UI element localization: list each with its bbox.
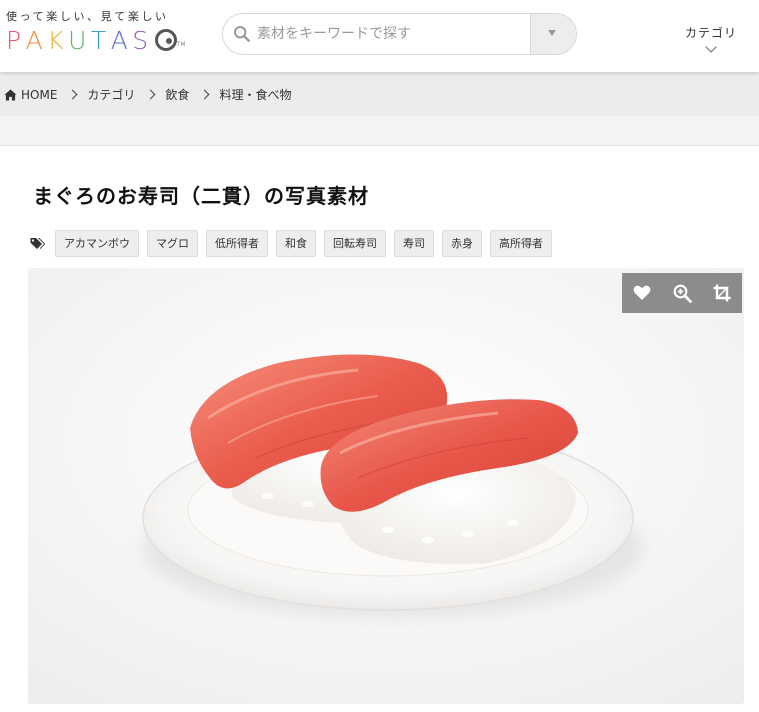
chevron-right-icon [145,89,156,100]
logo-letter: S [132,26,153,55]
tag-link[interactable]: 低所得者 [206,230,268,257]
chevron-down-icon [705,41,717,53]
tag-link[interactable]: 和食 [276,230,316,257]
logo-letter: T [90,26,111,55]
chevron-right-icon [199,89,210,100]
logo-letter: U [68,26,91,55]
home-icon [4,88,17,101]
logo-letter: P [6,26,26,55]
zoom-in-icon [673,284,692,303]
logo-tagline: 使って楽しい、見て楽しい [6,10,169,23]
sushi-photo-illustration [28,268,744,704]
tag-link[interactable]: マグロ [147,230,198,257]
logo-trademark: TM [176,41,186,48]
tag-list: アカマンボウ マグロ 低所得者 和食 回転寿司 寿司 赤身 高所得者 [30,230,560,257]
logo-letter: K [47,26,69,55]
heart-icon [633,285,651,300]
logo-wordmark: PAKUTAS TM [6,27,206,55]
tag-link[interactable]: 赤身 [442,230,482,257]
caret-down-icon [548,30,556,36]
breadcrumb-category[interactable]: カテゴリ [87,86,135,103]
crop-icon [713,284,731,302]
favorite-button[interactable] [622,273,662,313]
chevron-right-icon [67,89,78,100]
tag-link[interactable]: 寿司 [394,230,434,257]
site-logo[interactable]: 使って楽しい、見て楽しい PAKUTAS TM [6,10,206,60]
breadcrumb-bar: HOME カテゴリ 飲食 料理・食べ物 [0,72,759,116]
zoom-button[interactable] [662,273,702,313]
tags-icon [30,237,46,249]
ad-strip [0,116,759,146]
site-header: 使って楽しい、見て楽しい PAKUTASTM カテゴリ [0,0,759,72]
category-menu-label: カテゴリ [684,26,737,40]
search-icon [233,25,250,42]
breadcrumb-dishes[interactable]: 料理・食べ物 [219,86,291,103]
tag-link[interactable]: 回転寿司 [324,230,386,257]
main-photo[interactable] [28,268,744,704]
breadcrumb-home[interactable]: HOME [21,88,57,102]
tag-link[interactable]: 高所得者 [490,230,552,257]
tag-link[interactable]: アカマンボウ [55,230,139,257]
search-filter-dropdown[interactable] [530,14,576,54]
search-input[interactable] [257,14,527,54]
photo-action-bar [622,273,742,313]
logo-o-icon [154,29,177,51]
page-title: まぐろのお寿司（二貫）の写真素材 [33,184,369,208]
search-bar [222,13,577,55]
breadcrumb-food-drink[interactable]: 飲食 [165,86,189,103]
logo-letter: A [25,26,48,55]
breadcrumb: HOME カテゴリ 飲食 料理・食べ物 [4,86,291,103]
crop-button[interactable] [702,273,742,313]
logo-letter: A [110,26,133,55]
category-menu-button[interactable]: カテゴリ [676,24,746,60]
